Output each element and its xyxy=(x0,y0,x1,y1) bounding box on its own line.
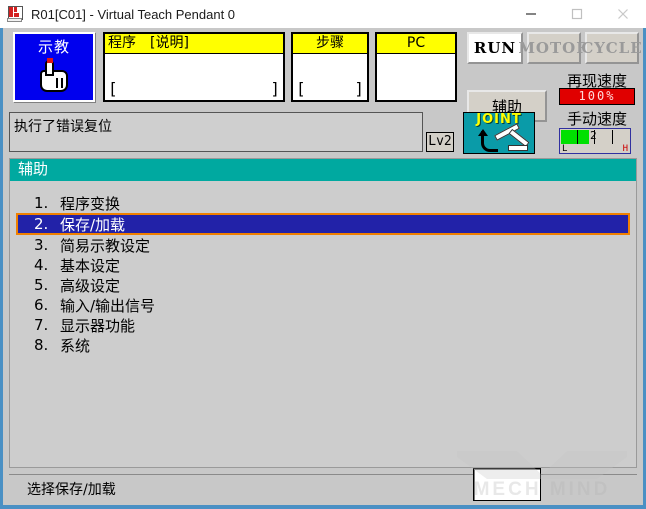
menu-item-3-number: 3. xyxy=(34,236,49,254)
program-info-box[interactable]: 程序 [说明] [ ] xyxy=(103,32,285,102)
message-box: 执行了错误复位 xyxy=(9,112,423,152)
menu-item-6[interactable]: 6. 输入/输出信号 xyxy=(16,295,630,315)
pc-box-header: PC xyxy=(377,34,455,54)
level-badge[interactable]: Lv2 xyxy=(426,132,454,152)
teach-mode-button[interactable]: 示教 xyxy=(13,32,95,102)
message-text: 执行了错误复位 xyxy=(14,119,112,135)
menu-item-2-label: 保存/加载 xyxy=(60,215,126,234)
menu-item-2[interactable]: 2. 保存/加载 xyxy=(16,213,630,235)
menu-item-4-number: 4. xyxy=(34,256,49,274)
cycle-status-button[interactable]: CYCLE xyxy=(581,32,642,64)
menu-item-4[interactable]: 4. 基本设定 xyxy=(16,255,630,275)
manual-speed-bar xyxy=(561,130,589,144)
run-status-button[interactable]: RUN xyxy=(467,32,523,64)
menu-item-1-label: 程序变换 xyxy=(60,194,121,213)
step-bracket-left: [ xyxy=(296,79,306,98)
program-bracket-right: ] xyxy=(270,79,280,98)
menu-list: 1. 程序变换 2. 保存/加载 3. 简易示教设定 4. 基本设定 5. 高级… xyxy=(10,193,636,355)
virtual-teach-pendant-window: R01[C01] - Virtual Teach Pendant 0 示教 程序… xyxy=(0,0,646,509)
menu-item-5-label: 高级设定 xyxy=(60,276,121,295)
panel-header: 辅助 xyxy=(10,159,636,181)
menu-item-6-label: 输入/输出信号 xyxy=(60,296,156,315)
menu-item-5-number: 5. xyxy=(34,276,49,294)
maximize-icon[interactable] xyxy=(554,0,600,28)
menu-item-2-number: 2. xyxy=(34,215,49,233)
run-status-label: RUN xyxy=(473,39,517,57)
robot-arm-icon[interactable]: JOINT xyxy=(463,112,535,154)
menu-item-3-label: 简易示教设定 xyxy=(60,236,151,255)
cycle-status-label: CYCLE xyxy=(581,39,643,57)
menu-item-3[interactable]: 3. 简易示教设定 xyxy=(16,235,630,255)
status-strip: 示教 程序 [说明] [ ] 步骤 [] PC RUN MOTOR CYCLE… xyxy=(3,28,643,154)
pendant-frame: 示教 程序 [说明] [ ] 步骤 [] PC RUN MOTOR CYCLE… xyxy=(0,28,646,509)
step-box-header: 步骤 xyxy=(293,34,367,54)
program-box-header: 程序 [说明] xyxy=(105,34,283,54)
menu-item-8-label: 系统 xyxy=(60,336,91,355)
minimize-icon[interactable] xyxy=(508,0,554,28)
step-box-brackets: [ ] xyxy=(293,79,367,99)
menu-item-4-label: 基本设定 xyxy=(60,256,121,275)
step-info-box[interactable]: 步骤 [ ] xyxy=(291,32,369,102)
pc-info-box[interactable]: PC xyxy=(375,32,457,102)
menu-item-7[interactable]: 7. 显示器功能 xyxy=(16,315,630,335)
hand-pointer-icon xyxy=(40,58,68,92)
program-box-brackets: [ ] xyxy=(105,79,283,99)
close-icon[interactable] xyxy=(600,0,646,28)
manual-speed-low-mark: L xyxy=(562,144,568,154)
title-bar: R01[C01] - Virtual Teach Pendant 0 xyxy=(0,0,646,29)
menu-item-1[interactable]: 1. 程序变换 xyxy=(16,193,630,213)
motor-status-label: MOTOR xyxy=(518,39,590,57)
menu-item-8[interactable]: 8. 系统 xyxy=(16,335,630,355)
menu-item-5[interactable]: 5. 高级设定 xyxy=(16,275,630,295)
teach-mode-label: 示教 xyxy=(37,38,70,56)
status-bar-input[interactable] xyxy=(473,468,541,501)
pendant-screen: 示教 程序 [说明] [ ] 步骤 [] PC RUN MOTOR CYCLE… xyxy=(3,28,643,505)
status-bar-text: 选择保存/加载 xyxy=(27,482,116,498)
menu-item-7-number: 7. xyxy=(34,316,49,334)
window-title: R01[C01] - Virtual Teach Pendant 0 xyxy=(31,6,236,22)
menu-item-8-number: 8. xyxy=(34,336,49,354)
status-bar: 选择保存/加载 xyxy=(9,468,637,501)
window-controls xyxy=(508,0,646,28)
coordinate-mode-label: JOINT xyxy=(476,112,522,127)
motor-status-button[interactable]: MOTOR xyxy=(518,32,589,64)
menu-item-1-number: 1. xyxy=(34,194,49,212)
menu-item-7-label: 显示器功能 xyxy=(60,316,136,335)
manual-speed-gauge[interactable]: 2 L H xyxy=(559,128,631,154)
play-speed-value[interactable]: 100% xyxy=(559,88,635,105)
app-icon xyxy=(7,6,23,22)
manual-speed-label: 手动速度 xyxy=(566,110,627,128)
manual-speed-high-mark: H xyxy=(622,144,628,154)
main-panel: 辅助 1. 程序变换 2. 保存/加载 3. 简易示教设定 4. 基本设定 5.… xyxy=(9,158,637,468)
step-bracket-right: ] xyxy=(354,79,364,98)
menu-item-6-number: 6. xyxy=(34,296,49,314)
program-bracket-left: [ xyxy=(108,79,118,98)
